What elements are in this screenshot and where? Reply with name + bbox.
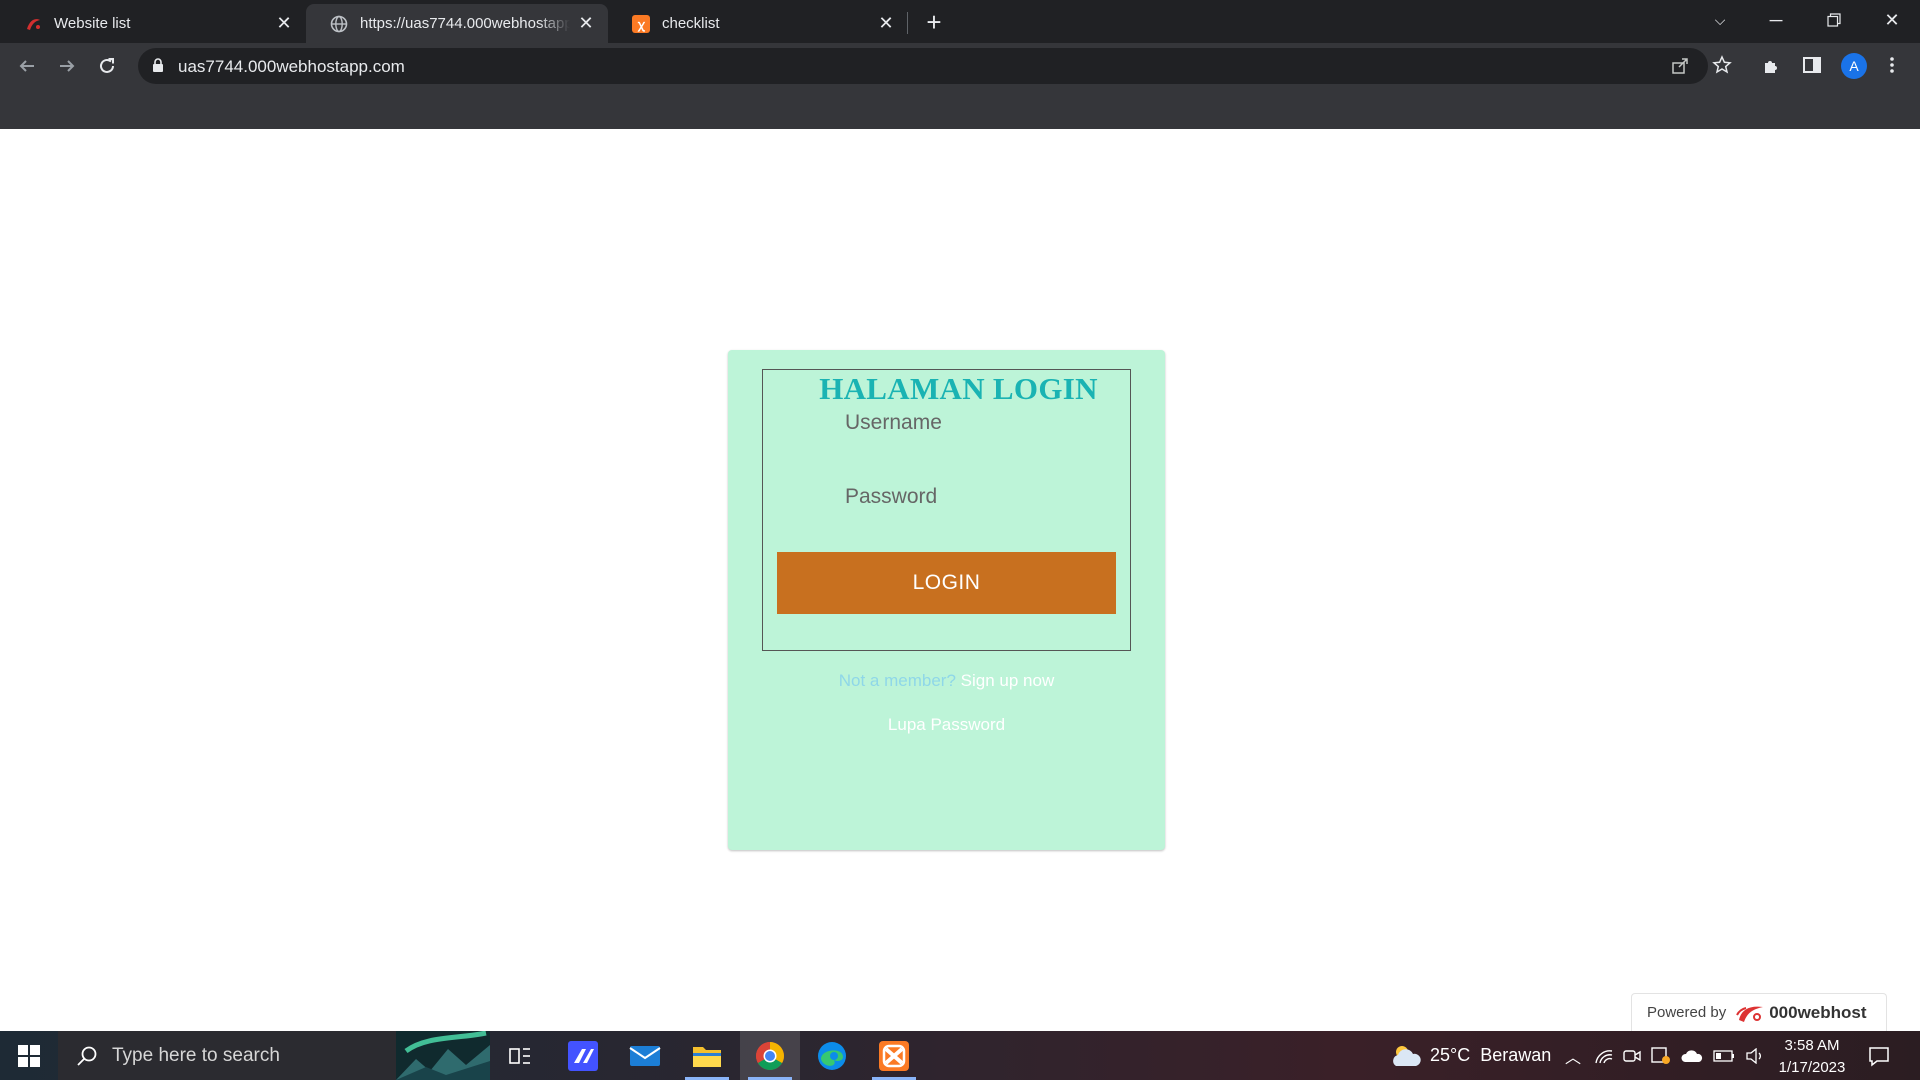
login-button[interactable]: LOGIN [777, 552, 1116, 614]
close-window-icon[interactable]: ✕ [1864, 0, 1920, 40]
powered-by-text: Powered by [1647, 1004, 1727, 1021]
tab-divider [907, 12, 908, 34]
tab-title: checklist [662, 15, 720, 32]
extensions-puzzle-icon[interactable] [1760, 53, 1784, 77]
menu-kebab-icon[interactable] [1880, 53, 1904, 77]
tab-active-site[interactable]: https://uas7744.000webhostapp.com ✕ [306, 4, 608, 43]
bookmarks-bar [0, 89, 1920, 129]
web-list-favicon [24, 15, 42, 33]
meet-camera-icon[interactable] [1623, 1048, 1641, 1064]
cloudy-sun-icon [1390, 1042, 1422, 1070]
address-bar[interactable]: uas7744.000webhostapp.com [138, 48, 1708, 84]
minimize-icon[interactable]: ─ [1748, 0, 1804, 40]
clock-time: 3:58 AM [1784, 1037, 1840, 1054]
onedrive-cloud-icon[interactable] [1681, 1049, 1703, 1063]
windows-taskbar: Type here to search 25°C Berawan ︿ 3:58 … [0, 1031, 1920, 1080]
username-input[interactable] [845, 406, 1105, 440]
task-view-icon[interactable] [490, 1031, 550, 1080]
chrome-icon[interactable] [740, 1031, 800, 1080]
tab-search-chevron-icon[interactable]: ⌵ [1692, 0, 1748, 40]
globe-icon [330, 15, 348, 33]
new-tab-plus-icon[interactable]: + [920, 7, 948, 37]
tab-title: Website list [54, 15, 131, 32]
tab-checklist[interactable]: ꭓ checklist ✕ [608, 4, 908, 43]
powered-by-badge[interactable]: Powered by 000webhost [1631, 993, 1887, 1031]
side-panel-icon[interactable] [1800, 53, 1824, 77]
tab-title: https://uas7744.000webhostapp.com [360, 15, 570, 32]
network-icon[interactable] [1595, 1048, 1613, 1064]
search-icon [76, 1045, 98, 1067]
bookmark-star-icon[interactable] [1710, 53, 1734, 77]
lock-icon[interactable] [152, 58, 164, 78]
mail-icon[interactable] [615, 1031, 675, 1080]
url-text[interactable]: uas7744.000webhostapp.com [178, 57, 405, 77]
profile-avatar[interactable]: A [1841, 53, 1867, 79]
show-hidden-icons-chevron-icon[interactable]: ︿ [1565, 1044, 1581, 1068]
update-badge-icon[interactable] [1651, 1046, 1671, 1065]
taskbar-clock[interactable]: 3:58 AM 1/17/2023 [1770, 1035, 1854, 1079]
volume-icon[interactable] [1745, 1047, 1765, 1064]
browser-toolbar: uas7744.000webhostapp.com [0, 43, 1920, 89]
xampp-icon[interactable] [864, 1031, 924, 1080]
forward-icon[interactable] [52, 51, 82, 81]
notification-center-icon[interactable] [1866, 1043, 1892, 1069]
signup-prompt: Not a member? Sign up now [728, 671, 1165, 691]
file-explorer-icon[interactable] [677, 1031, 737, 1080]
tab-website-list[interactable]: Website list ✕ [0, 4, 306, 43]
xampp-icon: ꭓ [632, 14, 650, 33]
taskbar-search[interactable]: Type here to search [58, 1031, 490, 1080]
share-icon[interactable] [1670, 56, 1690, 76]
password-input[interactable] [845, 480, 1105, 514]
clock-date: 1/17/2023 [1778, 1059, 1846, 1076]
search-highlight-image [396, 1031, 490, 1080]
close-icon[interactable]: ✕ [876, 13, 896, 34]
close-icon[interactable]: ✕ [274, 13, 294, 34]
signup-link[interactable]: Sign up now [961, 671, 1055, 690]
system-tray: ︿ [1565, 1031, 1765, 1080]
webhost-logo-icon [1735, 1002, 1765, 1024]
close-icon[interactable]: ✕ [576, 13, 596, 34]
back-icon[interactable] [12, 51, 42, 81]
login-card: HALAMAN LOGIN LOGIN Not a member? Sign u… [728, 350, 1165, 850]
login-form: HALAMAN LOGIN LOGIN [762, 369, 1131, 651]
web-page: HALAMAN LOGIN LOGIN Not a member? Sign u… [0, 129, 1920, 1031]
webhost-brand: 000webhost [1769, 1002, 1867, 1022]
reload-icon[interactable] [92, 51, 122, 81]
battery-icon[interactable] [1713, 1049, 1735, 1062]
edge-icon[interactable] [802, 1031, 862, 1080]
visual-studio-icon[interactable] [553, 1031, 613, 1080]
weather-widget[interactable]: 25°C Berawan [1390, 1031, 1551, 1080]
forgot-password-link[interactable]: Lupa Password [728, 715, 1165, 735]
page-title: HALAMAN LOGIN [819, 371, 1098, 406]
restore-icon[interactable] [1806, 0, 1862, 40]
tab-strip: Website list ✕ https://uas7744.000webhos… [0, 0, 1920, 43]
search-placeholder: Type here to search [112, 1044, 280, 1066]
weather-text: 25°C Berawan [1430, 1045, 1552, 1065]
not-member-text: Not a member? [838, 671, 956, 690]
windows-start-icon[interactable] [0, 1031, 58, 1080]
